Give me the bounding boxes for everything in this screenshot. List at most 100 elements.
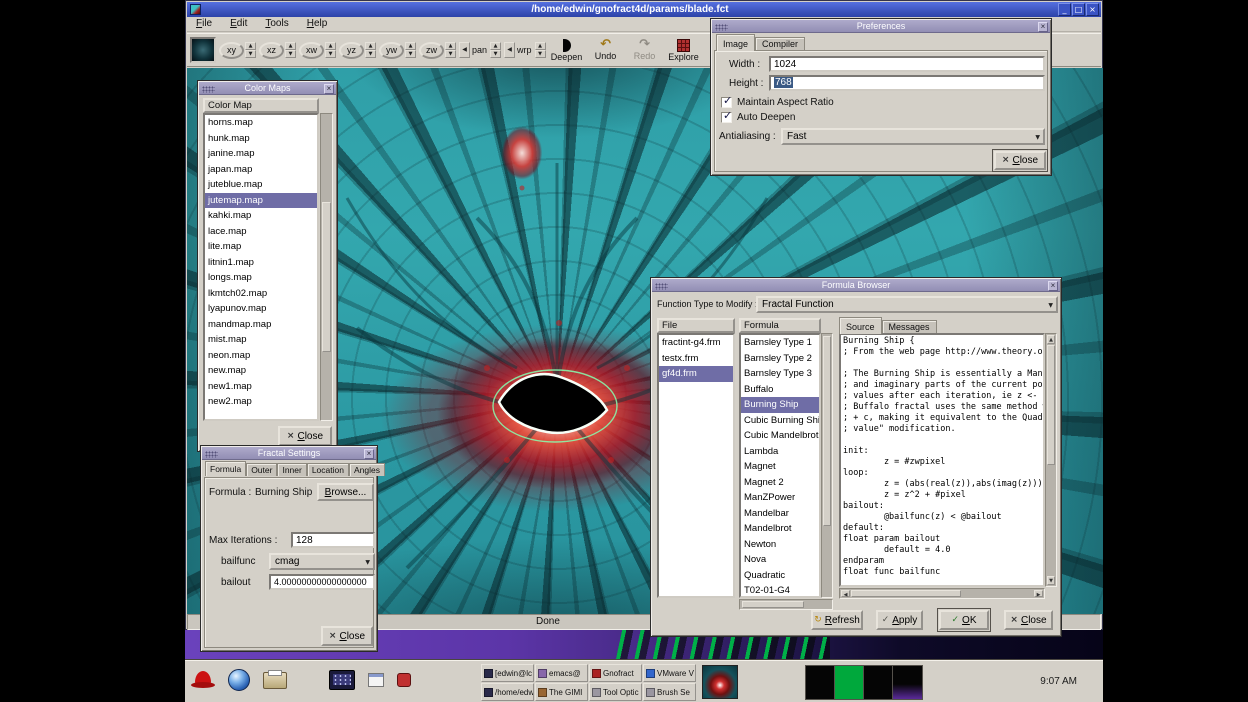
formula-item[interactable]: Newton xyxy=(741,537,819,553)
colormap-vscrollbar[interactable] xyxy=(320,113,333,421)
settings-close-button[interactable]: × Close xyxy=(321,626,373,646)
zw-spin-up[interactable]: ▲ xyxy=(445,42,456,50)
source-hscrollbar[interactable]: ◀ ▶ xyxy=(839,588,1045,599)
menu-tools[interactable]: Tools xyxy=(256,17,297,31)
antialiasing-dropdown[interactable]: Fast ▼ xyxy=(781,128,1045,145)
task-button[interactable]: The GIMI xyxy=(535,683,588,701)
colormap-item[interactable]: lite.map xyxy=(205,239,317,255)
colormap-item[interactable]: new.map xyxy=(205,363,317,379)
formula-item[interactable]: Nova xyxy=(741,552,819,568)
file-column-header[interactable]: File xyxy=(657,318,735,333)
warp-spin-up[interactable]: ▲ xyxy=(535,42,546,50)
source-code-view[interactable]: Burning Ship { ; From the web page http:… xyxy=(839,333,1045,587)
deepen-button[interactable]: Deepen xyxy=(549,35,585,66)
phone-dialer-icon[interactable] xyxy=(397,673,411,687)
pager-cell[interactable] xyxy=(835,666,864,699)
formula-item[interactable]: Lambda xyxy=(741,444,819,460)
xz-spin-up[interactable]: ▲ xyxy=(285,42,296,50)
colormap-column-header[interactable]: Color Map xyxy=(203,98,319,113)
maintain-aspect-checkbox[interactable]: ✓ xyxy=(721,97,732,108)
warp-spin-down[interactable]: ▼ xyxy=(535,50,546,58)
formula-item[interactable]: Magnet 2 xyxy=(741,475,819,491)
dialog-close-icon[interactable]: × xyxy=(324,84,334,94)
colormap-item[interactable]: lyapunov.map xyxy=(205,301,317,317)
printer-icon[interactable] xyxy=(263,672,287,689)
dialog-close-icon[interactable]: × xyxy=(1048,281,1058,291)
tab-formula[interactable]: Formula xyxy=(205,461,246,476)
xw-spin-down[interactable]: ▼ xyxy=(325,50,336,58)
minimize-button[interactable]: _ xyxy=(1058,3,1071,16)
explore-button[interactable]: Explore xyxy=(666,35,702,66)
fb-close-button[interactable]: × Close xyxy=(1004,610,1053,630)
task-button[interactable]: Gnofract xyxy=(589,664,642,682)
formula-item[interactable]: Quadratic xyxy=(741,568,819,584)
height-field[interactable]: 768 xyxy=(769,75,1045,91)
tab-inner[interactable]: Inner xyxy=(277,463,306,476)
fractal-settings-titlebar[interactable]: Fractal Settings × xyxy=(202,447,376,460)
rotate-xz-button[interactable]: xz xyxy=(259,42,284,59)
titlebar-grip-icon[interactable] xyxy=(202,86,215,93)
source-vscrollbar[interactable]: ▲ ▼ xyxy=(1045,333,1057,587)
rotate-xy-button[interactable]: xy xyxy=(219,42,244,59)
colormap-item[interactable]: mist.map xyxy=(205,332,317,348)
formula-item[interactable]: Barnsley Type 2 xyxy=(741,351,819,367)
pan-spin-up[interactable]: ▲ xyxy=(490,42,501,50)
preferences-titlebar[interactable]: Preferences × xyxy=(712,20,1050,33)
formula-item[interactable]: ManZPower xyxy=(741,490,819,506)
max-iterations-field[interactable] xyxy=(291,532,375,548)
rotate-yw-button[interactable]: yw xyxy=(379,42,404,59)
formula-column-header[interactable]: Formula xyxy=(739,318,821,333)
scrollbar-thumb[interactable] xyxy=(742,601,804,608)
dialog-close-icon[interactable]: × xyxy=(364,449,374,459)
yw-spin-down[interactable]: ▼ xyxy=(405,50,416,58)
yw-spin-up[interactable]: ▲ xyxy=(405,42,416,50)
menu-edit[interactable]: Edit xyxy=(221,17,256,31)
task-button[interactable]: emacs@ xyxy=(535,664,588,682)
task-button[interactable]: [edwin@lc xyxy=(481,664,534,682)
web-browser-icon[interactable] xyxy=(228,669,250,691)
scroll-down-icon[interactable]: ▼ xyxy=(1047,576,1055,585)
xw-spin-up[interactable]: ▲ xyxy=(325,42,336,50)
colormap-item[interactable]: hunk.map xyxy=(205,131,317,147)
rotate-xw-button[interactable]: xw xyxy=(299,42,324,59)
scroll-up-icon[interactable]: ▲ xyxy=(1047,335,1055,344)
colormap-item[interactable]: new2.map xyxy=(205,394,317,410)
formula-item[interactable]: Barnsley Type 3 xyxy=(741,366,819,382)
colormap-item[interactable]: janine.map xyxy=(205,146,317,162)
tab-location[interactable]: Location xyxy=(307,463,349,476)
colormap-item[interactable]: longs.map xyxy=(205,270,317,286)
menu-file[interactable]: File xyxy=(187,17,221,31)
colormap-item[interactable]: neon.map xyxy=(205,348,317,364)
scrollbar-thumb[interactable] xyxy=(322,202,331,352)
redhat-menu-icon[interactable] xyxy=(191,670,215,690)
window-tool-icon[interactable] xyxy=(368,673,384,687)
window-titlebar[interactable]: /home/edwin/gnofract4d/params/blade.fct … xyxy=(187,2,1101,17)
ok-button[interactable]: ✓ OK xyxy=(939,610,989,630)
pan-spin-down[interactable]: ▼ xyxy=(490,50,501,58)
file-item[interactable]: testx.frm xyxy=(659,351,733,367)
titlebar-grip-icon[interactable] xyxy=(205,451,218,458)
formula-item[interactable]: Cubic Burning Ship xyxy=(741,413,819,429)
titlebar-grip-icon[interactable] xyxy=(655,283,668,290)
formula-hscrollbar[interactable] xyxy=(739,599,833,610)
colormaps-close-button[interactable]: × Close xyxy=(278,426,332,446)
titlebar-grip-icon[interactable] xyxy=(715,24,728,31)
colormap-item[interactable]: juteblue.map xyxy=(205,177,317,193)
colormap-item[interactable]: mandmap.map xyxy=(205,317,317,333)
refresh-button[interactable]: ↻ Refresh xyxy=(811,610,863,630)
dialog-close-icon[interactable]: × xyxy=(1038,22,1048,32)
tab-messages[interactable]: Messages xyxy=(882,320,937,334)
yz-spin-down[interactable]: ▼ xyxy=(365,50,376,58)
pager-cell[interactable] xyxy=(864,666,893,699)
rotate-zw-button[interactable]: zw xyxy=(419,42,444,59)
task-button[interactable]: VMware V xyxy=(643,664,696,682)
color-maps-titlebar[interactable]: Color Maps × xyxy=(199,82,336,95)
function-type-dropdown[interactable]: Fractal Function ▼ xyxy=(756,296,1058,313)
redo-button[interactable]: ↷ Redo xyxy=(627,35,663,66)
xy-spin-up[interactable]: ▲ xyxy=(245,42,256,50)
formula-item[interactable]: Mandelbar xyxy=(741,506,819,522)
colormap-item[interactable]: kahki.map xyxy=(205,208,317,224)
tab-source[interactable]: Source xyxy=(839,317,882,334)
scrollbar-thumb[interactable] xyxy=(1047,345,1055,465)
scroll-left-icon[interactable]: ◀ xyxy=(841,590,850,597)
